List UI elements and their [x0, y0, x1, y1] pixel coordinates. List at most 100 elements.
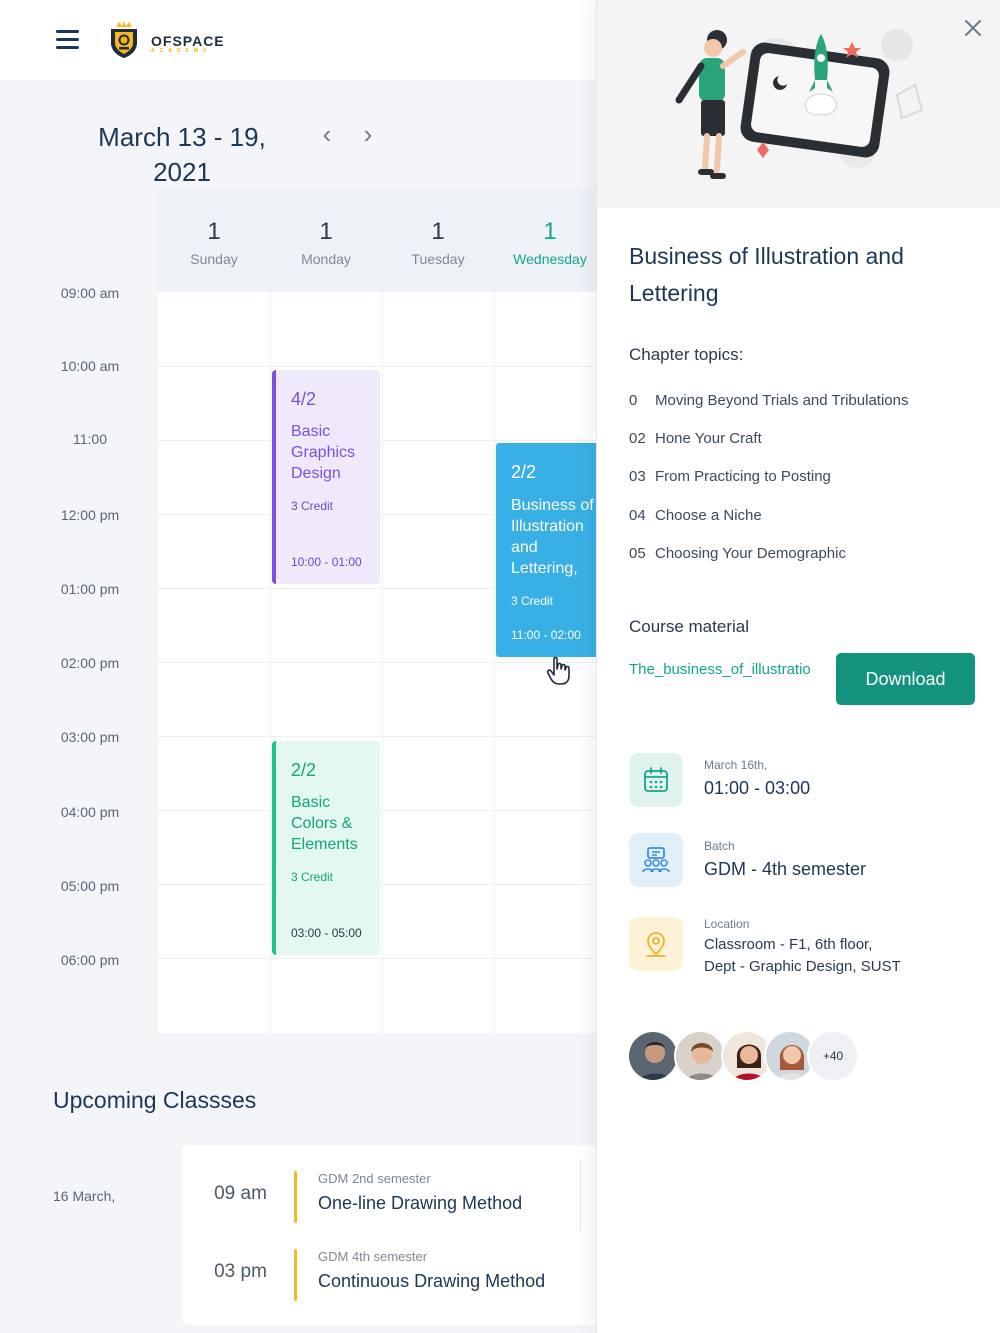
class-batch: GDM 2nd semester [318, 1171, 431, 1186]
time-label: 10:00 am [60, 358, 120, 374]
next-week-button[interactable]: › [354, 120, 382, 148]
event-time: 03:00 - 05:00 [291, 926, 362, 940]
day-number: 1 [207, 218, 221, 245]
event-title: Business of Illustration and Lettering, [511, 497, 594, 577]
course-material-heading: Course material [629, 617, 749, 636]
day-name: Wednesday [513, 251, 587, 267]
event-session: 2/2 [291, 760, 317, 780]
event-card-basic-graphics-design[interactable]: 4/2 Basic Graphics Design 3 Credit 10:00… [272, 370, 380, 584]
course-title: Business of Illustration and Lettering [629, 243, 904, 306]
day-header-sunday[interactable]: 1 Sunday [158, 188, 270, 292]
menu-icon[interactable] [56, 30, 79, 49]
event-time: 11:00 - 02:00 [511, 628, 581, 642]
location-line-1: Classroom - F1, 6th floor, [704, 936, 873, 953]
avatar[interactable] [674, 1030, 726, 1082]
time-label: 06:00 pm [60, 952, 120, 968]
rocket-tablet-illustration-icon [675, 29, 924, 179]
event-title: Basic Colors & Elements [291, 794, 358, 853]
topic-number: 02 [629, 430, 646, 447]
grid-divider [158, 662, 596, 663]
batch-label: Batch [704, 839, 735, 853]
day-name: Monday [301, 251, 351, 267]
close-icon[interactable] [961, 16, 985, 40]
avatar[interactable] [627, 1030, 679, 1082]
upcoming-classes-card: 09 am GDM 2nd semester One-line Drawing … [182, 1145, 596, 1325]
topic-label: Choose a Niche [655, 507, 762, 524]
class-time: 09 am [214, 1183, 267, 1204]
class-title: Continuous Drawing Method [318, 1271, 546, 1291]
topic-label: From Practicing to Posting [655, 468, 831, 485]
chapter-topic-item: 03 From Practicing to Posting [629, 468, 831, 485]
topic-label: Choosing Your Demographic [655, 545, 846, 562]
hand-cursor-icon [546, 656, 570, 685]
event-credit: 3 Credit [291, 499, 334, 513]
download-button[interactable]: Download [836, 653, 975, 705]
upcoming-classes-title: Upcoming Classses [53, 1087, 257, 1113]
day-number: 1 [543, 218, 557, 245]
date-range-title: March 13 - 19, 2021 [98, 122, 266, 187]
logo-subtext: ACADEMY [151, 48, 212, 54]
date-label: March 16th, [704, 758, 768, 772]
class-marker [294, 1249, 297, 1301]
course-material-file-link[interactable]: The_business_of_illustratio [629, 661, 811, 678]
date-info-tile [629, 753, 683, 807]
time-label: 01:00 pm [60, 581, 120, 597]
logo-shield-icon [111, 21, 137, 58]
calendar-icon [644, 767, 668, 792]
day-header-tuesday[interactable]: 1 Tuesday [382, 188, 494, 292]
topic-label: Moving Beyond Trials and Tribulations [655, 392, 909, 409]
day-number: 1 [431, 218, 445, 245]
location-info-tile [629, 917, 683, 971]
upcoming-date: 16 March, [53, 1188, 116, 1204]
location-label: Location [704, 917, 750, 931]
topic-label: Hone Your Craft [655, 430, 762, 447]
chapter-topics-heading: Chapter topics: [629, 345, 744, 364]
calendar-section: OFSPACE ACADEMY March 13 - 19, 2021 ‹ › … [0, 0, 596, 1333]
top-bar: OFSPACE ACADEMY [0, 0, 596, 80]
grid-divider [158, 366, 596, 367]
event-session: 4/2 [291, 389, 317, 409]
logo-text: OFSPACE [151, 33, 225, 49]
course-detail-panel: Business of Illustration and Lettering C… [596, 0, 1000, 1333]
topic-number: 0 [629, 392, 638, 409]
day-name: Tuesday [411, 251, 465, 267]
time-label: 04:00 pm [60, 804, 120, 820]
time-label: 03:00 pm [60, 729, 120, 745]
topic-number: 05 [629, 545, 646, 562]
batch-info-tile [629, 833, 683, 887]
grid-divider [158, 736, 596, 737]
topic-number: 04 [629, 507, 646, 524]
day-header-monday[interactable]: 1 Monday [270, 188, 382, 292]
day-number: 1 [319, 218, 333, 245]
more-attendees-badge[interactable]: +40 [807, 1030, 859, 1082]
location-pin-icon [646, 932, 666, 957]
event-card-basic-colors-elements[interactable]: 2/2 Basic Colors & Elements 3 Credit 03:… [272, 741, 380, 955]
class-time: 03 pm [214, 1261, 267, 1282]
event-title: Basic Graphics Design [291, 423, 356, 482]
class-marker [294, 1171, 297, 1223]
chapter-topic-item: 0 Moving Beyond Trials and Tribulations [629, 392, 908, 409]
event-card-business-of-illustration[interactable]: 2/2 Business of Illustration and Letteri… [496, 443, 596, 657]
event-session: 2/2 [511, 462, 537, 482]
group-icon [642, 847, 670, 873]
event-credit: 3 Credit [291, 870, 334, 884]
location-line-2: Dept - Graphic Design, SUST [704, 958, 901, 975]
prev-week-button[interactable]: ‹ [313, 120, 341, 148]
upcoming-class-item[interactable]: 09 am GDM 2nd semester One-line Drawing … [182, 1169, 596, 1225]
chapter-topic-item: 02 Hone Your Craft [629, 430, 762, 447]
day-header-wednesday[interactable]: 1 Wednesday [494, 188, 596, 292]
class-batch: GDM 4th semester [318, 1249, 428, 1264]
day-header-row: 1 Sunday 1 Monday 1 Tuesday 1 Wednesday [158, 188, 596, 292]
topic-number: 03 [629, 468, 646, 485]
event-time: 10:00 - 01:00 [291, 555, 362, 569]
time-label: 05:00 pm [60, 878, 120, 894]
card-divider [580, 1159, 581, 1231]
course-illustration [597, 0, 1000, 208]
day-name: Sunday [190, 251, 238, 267]
time-label: 02:00 pm [60, 655, 120, 671]
upcoming-class-item[interactable]: 03 pm GDM 4th semester Continuous Drawin… [182, 1247, 596, 1303]
grid-divider [158, 958, 596, 959]
chapter-topic-item: 05 Choosing Your Demographic [629, 545, 846, 562]
event-credit: 3 Credit [511, 594, 554, 608]
time-range: 01:00 - 03:00 [704, 778, 811, 798]
